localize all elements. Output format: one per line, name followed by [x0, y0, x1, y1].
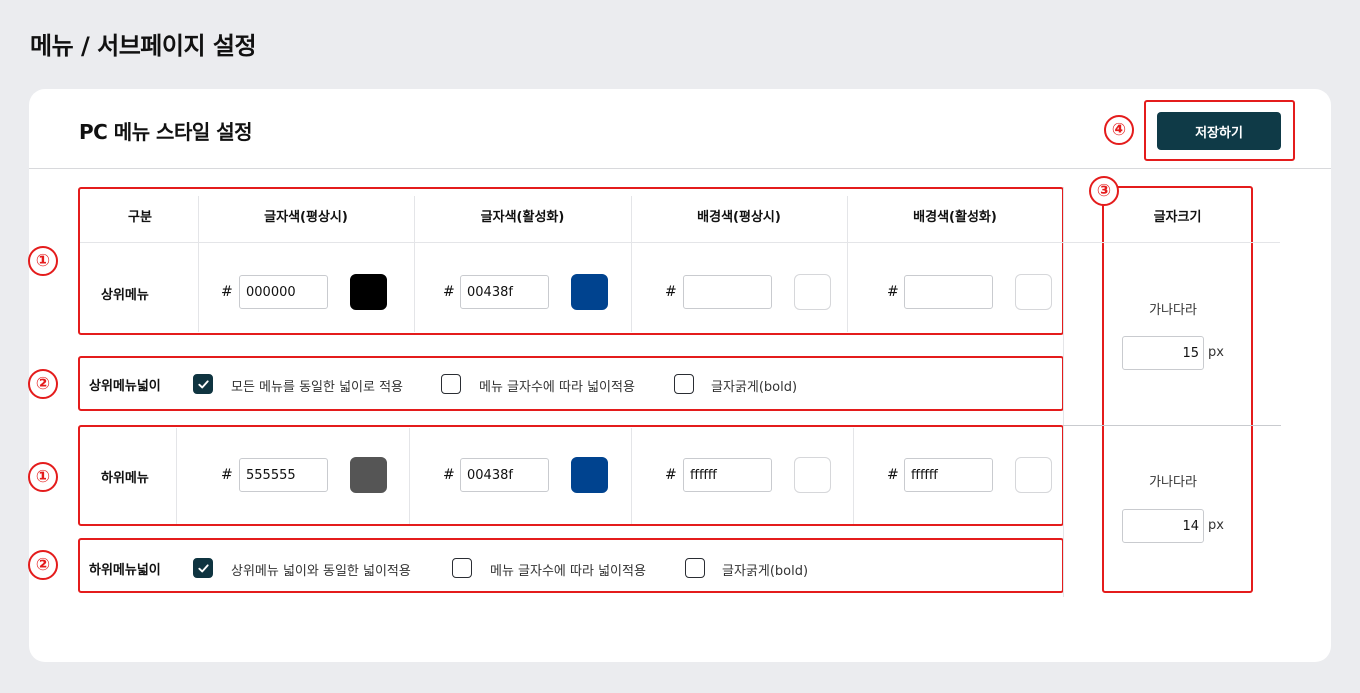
top-width-label: 상위메뉴넓이 [89, 379, 161, 394]
checkmark-icon [197, 379, 209, 388]
hash-symbol: # [221, 467, 233, 483]
sub-width-same-label: 상위메뉴 넓이와 동일한 넓이적용 [231, 564, 411, 579]
sub-bg-normal-input[interactable] [683, 458, 772, 492]
top-width-equal-checkbox[interactable] [193, 374, 213, 394]
sub-bold-label: 글자굵게(bold) [722, 564, 809, 579]
hash-symbol: # [887, 284, 899, 300]
row-label-top-menu: 상위메뉴 [101, 288, 149, 303]
section-divider [1063, 425, 1281, 426]
header-bg-normal: 배경색(평상시) [697, 210, 781, 225]
top-text-normal-input[interactable] [239, 275, 328, 309]
annotation-box-save [1144, 100, 1295, 161]
badge-2-sub: ② [28, 550, 58, 580]
top-bg-active-swatch[interactable] [1015, 274, 1052, 310]
sub-width-bylength-label: 메뉴 글자수에 따라 넓이적용 [490, 564, 646, 579]
header-text-active: 글자색(활성화) [480, 210, 565, 225]
hash-symbol: # [443, 467, 455, 483]
hash-symbol: # [665, 467, 677, 483]
hash-symbol: # [443, 284, 455, 300]
sub-width-same-checkbox[interactable] [193, 558, 213, 578]
top-bg-normal-swatch[interactable] [794, 274, 831, 310]
col-divider [1063, 187, 1064, 597]
sub-width-bylength-checkbox[interactable] [452, 558, 472, 578]
top-font-size-input[interactable] [1122, 336, 1204, 370]
badge-1-top: ① [28, 246, 58, 276]
header-font-size: 글자크기 [1153, 210, 1202, 225]
sub-bold-checkbox[interactable] [685, 558, 705, 578]
top-bold-label: 글자굵게(bold) [711, 380, 798, 395]
top-text-active-swatch[interactable] [571, 274, 608, 310]
top-font-sample: 가나다라 [1149, 303, 1197, 318]
top-width-equal-label: 모든 메뉴를 동일한 넓이로 적용 [231, 380, 404, 395]
sub-bg-normal-swatch[interactable] [794, 457, 831, 493]
badge-2-top: ② [28, 369, 58, 399]
header-bg-active: 배경색(활성화) [913, 210, 997, 225]
sub-font-sample: 가나다라 [1149, 475, 1197, 490]
sub-font-size-input[interactable] [1122, 509, 1204, 543]
hash-symbol: # [887, 467, 899, 483]
sub-text-active-swatch[interactable] [571, 457, 608, 493]
header-divider [29, 168, 1331, 169]
top-bold-checkbox[interactable] [674, 374, 694, 394]
top-text-normal-swatch[interactable] [350, 274, 387, 310]
card-title: PC 메뉴 스타일 설정 [79, 120, 253, 144]
badge-4: ④ [1104, 115, 1134, 145]
top-width-bylength-label: 메뉴 글자수에 따라 넓이적용 [479, 380, 635, 395]
sub-bg-active-swatch[interactable] [1015, 457, 1052, 493]
col-divider [853, 428, 854, 524]
sub-font-unit: px [1208, 518, 1224, 533]
top-bg-active-input[interactable] [904, 275, 993, 309]
header-category: 구분 [128, 210, 152, 225]
checkmark-icon [197, 563, 209, 572]
sub-bg-active-input[interactable] [904, 458, 993, 492]
hash-symbol: # [665, 284, 677, 300]
hash-symbol: # [221, 284, 233, 300]
table-header-divider [80, 242, 1280, 243]
row-label-sub-menu: 하위메뉴 [101, 471, 149, 486]
top-width-bylength-checkbox[interactable] [441, 374, 461, 394]
header-text-normal: 글자색(평상시) [264, 210, 348, 225]
sub-width-label: 하위메뉴넓이 [89, 563, 161, 578]
sub-text-active-input[interactable] [460, 458, 549, 492]
col-divider [176, 428, 177, 524]
badge-1-sub: ① [28, 462, 58, 492]
top-bg-normal-input[interactable] [683, 275, 772, 309]
page-title: 메뉴 / 서브페이지 설정 [30, 32, 257, 60]
col-divider [409, 428, 410, 524]
col-divider [631, 428, 632, 524]
badge-3: ③ [1089, 176, 1119, 206]
sub-text-normal-input[interactable] [239, 458, 328, 492]
sub-text-normal-swatch[interactable] [350, 457, 387, 493]
top-font-unit: px [1208, 345, 1224, 360]
top-text-active-input[interactable] [460, 275, 549, 309]
